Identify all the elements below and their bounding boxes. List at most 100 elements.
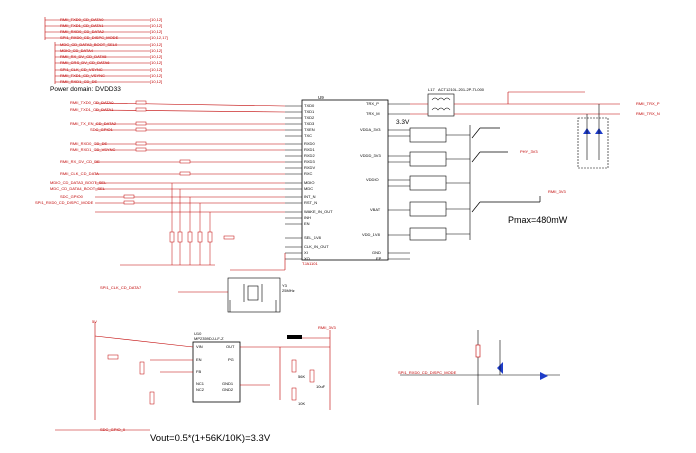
- pin-gnd: GND: [372, 250, 381, 255]
- pin-txd3: TXD3: [304, 121, 315, 126]
- net-label: MDIO_CD_DATA4: [60, 48, 93, 53]
- schematic-canvas: [44, 17, 620, 431]
- pin-inh: INH: [304, 215, 311, 220]
- sdc-gpio-label: SDC_GPIO_0: [100, 427, 126, 432]
- sheet-ref: [10,12]: [150, 17, 163, 22]
- ldo-pin-gnd2: GND2: [222, 387, 234, 392]
- pin-txd0: TXD0: [304, 103, 315, 108]
- sheet-ref: [10,12]: [150, 67, 163, 72]
- pwr-label: 5V: [92, 319, 97, 324]
- net-label: SDC_GPIO0: [60, 194, 83, 199]
- pin-rxdv: RXDV: [304, 165, 316, 170]
- net-label: RMII_TXD1_CD_VSYNC: [60, 73, 105, 78]
- net-label: RMII_TX_EN_CD_DATA2: [70, 121, 117, 126]
- pin-vdda-3v3: VDDA_3V3: [360, 127, 381, 132]
- inductor-l17: [427, 93, 455, 117]
- esd-diodes: [577, 104, 609, 169]
- power-domain-label: Power domain: DVDD33: [50, 86, 121, 93]
- l17-ref: L17: [428, 87, 435, 92]
- reset-circuit: [400, 330, 560, 405]
- net-label: SPI1_RXD0_CD_DISPC_MODE: [60, 35, 119, 40]
- pin-vddd-3v3: VDDD_3V3: [360, 153, 381, 158]
- net-label: RMII_TXD0_CD_DATA0: [70, 100, 114, 105]
- crystal-lines: [178, 253, 286, 293]
- ldo-pin-nc1: NC1: [196, 381, 205, 386]
- net-label: RMII_CRS_DV_CD_DATA6: [60, 60, 110, 65]
- sheet-ref: [10,12]: [150, 54, 163, 59]
- ldo-pin-nc2: NC2: [196, 387, 205, 392]
- pin-txd2: TXD2: [304, 115, 315, 120]
- ic-u10-part: MP2359DJ-LF-Z: [194, 336, 224, 341]
- net-label: SPI1_CLK_CD_DATA7: [100, 285, 142, 290]
- ldo-pin-vin: VIN: [196, 344, 203, 349]
- pin-ep: EP: [376, 256, 382, 261]
- pin-xi: XI: [304, 250, 308, 255]
- net-label: RMII_RXD1_CD_VSYNC: [70, 147, 116, 152]
- pin-xo: XO: [304, 256, 310, 261]
- trx-lines: [410, 91, 620, 115]
- r-bot-label: 10K: [298, 401, 306, 406]
- ic-u9-right-pin-lines: [388, 103, 410, 260]
- pin-mdio: MDIO: [304, 180, 315, 185]
- net-label: SPI1_CLK_CD_VSYNC: [60, 67, 103, 72]
- pin-rxd3: RXD3: [304, 159, 315, 164]
- supply-label: 3.3V: [396, 119, 410, 126]
- net-label: RMII_RXD0_CD_DE: [70, 141, 108, 146]
- net-label: RMII_TXD1_CD_DATA1: [60, 23, 104, 28]
- crystal-y3: [227, 277, 281, 313]
- pin-vbat: VBAT: [370, 207, 381, 212]
- ldo-pin-fb: FB: [196, 369, 202, 374]
- pin-vddio: VDDIO: [366, 177, 379, 182]
- net-label: MDIO_CD_DATA3_BOOT_SEL: [50, 180, 107, 185]
- ic-u9-part: TJA1101: [302, 261, 318, 266]
- vout-formula: Vout=0.5*(1+56K/10K)=3.3V: [150, 433, 271, 444]
- sheet-ref: [10,12]: [150, 23, 163, 28]
- sheet-ref: [10,12]: [150, 73, 163, 78]
- ldo-pin-gnd1: GND1: [222, 381, 234, 386]
- decoupling-caps: [409, 125, 471, 241]
- pin-int-n: INT_N: [304, 194, 316, 199]
- r-top-label: 56K: [298, 374, 306, 379]
- net-label: MDC_CD_DATA3_BOOT_SEL0: [60, 42, 118, 47]
- cap-label: 10uF: [316, 384, 326, 389]
- out-net-label: RMII_3V3: [318, 325, 336, 330]
- ldo-pin-en: EN: [196, 357, 202, 362]
- pin-en: EN: [304, 221, 310, 226]
- black-marker: [287, 335, 302, 339]
- pin-rxd1: RXD1: [304, 147, 315, 152]
- net-label: RMII_TRX_P: [636, 101, 660, 106]
- sheet-ref: [10,12]: [150, 42, 163, 47]
- pin-sel-1v8: SEL_1V8: [304, 235, 321, 240]
- sheet-ref: [10,12]: [150, 29, 163, 34]
- pin-wake: WAKE_IN_OUT: [304, 209, 333, 214]
- spi1-net-label: SPI1_RXD0_CD_DISPC_MODE: [398, 370, 457, 375]
- net-label: RMII_3V3: [548, 189, 566, 194]
- sheet-ref: [10,12]: [150, 48, 163, 53]
- pin-trx-p: TRX_P: [366, 101, 379, 106]
- net-label: MDC_CD_DATA4_BOOT_SEL: [50, 186, 105, 191]
- net-label: RMII_RXD0_CD_DATA2: [60, 29, 104, 34]
- pin-mdc: MDC: [304, 186, 314, 191]
- ic-u9-left-pin-lines: [285, 105, 302, 260]
- net-label: RMII_TRX_N: [636, 111, 660, 116]
- left-signal-lines: [94, 102, 286, 213]
- sheet-ref: [10,12,17]: [150, 35, 168, 40]
- pin-rst-n: RST_N: [304, 200, 318, 205]
- net-label: RMII_CLK_CD_DATA: [60, 171, 99, 176]
- ldo-pin-out: OUT: [226, 344, 235, 349]
- l17-part: ACT1210L-201-2P-TL000: [438, 87, 485, 92]
- ferrite-beads: [471, 127, 541, 213]
- pin-clk: CLK_IN_OUT: [304, 244, 329, 249]
- pin-trx-m: TRX_M: [366, 111, 380, 116]
- ic-u9-ref: U9: [318, 95, 324, 100]
- pin-rxd2: RXD2: [304, 153, 315, 158]
- ldo-passives: [107, 354, 315, 405]
- net-label: RMII_RXD1_CD_DE: [60, 79, 98, 84]
- pin-rxc: RXC: [304, 171, 313, 176]
- sheet-ref: [10,12]: [150, 60, 163, 65]
- net-label: RMII_TXD1_CD_DATA1: [70, 107, 114, 112]
- series-resistors: [123, 100, 235, 240]
- pin-txd1: TXD1: [304, 109, 315, 114]
- net-label: RMII_RX_DV_CD_DATA5: [60, 54, 107, 59]
- net-label: SDC_GPIO1: [90, 127, 113, 132]
